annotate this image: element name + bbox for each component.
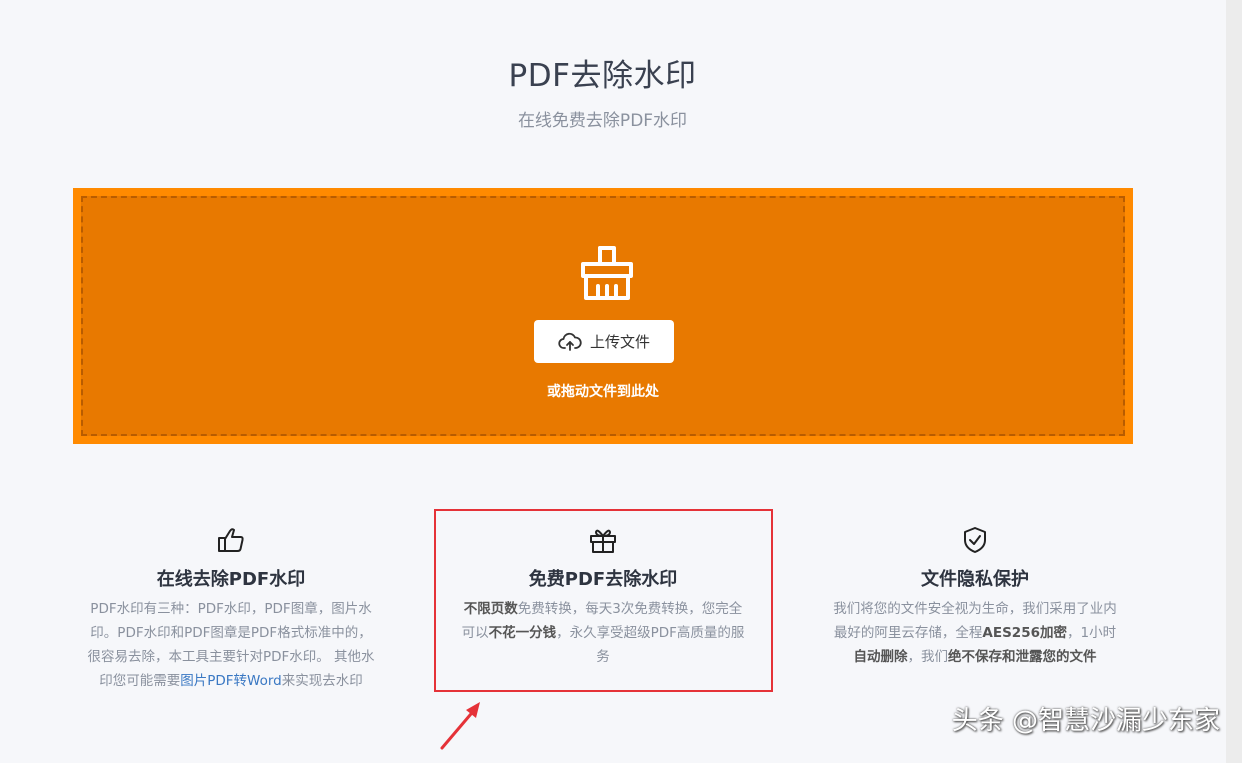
page-scrollbar[interactable] — [1226, 0, 1242, 763]
upload-button-label: 上传文件 — [589, 333, 650, 351]
red-arrow-annotation — [440, 702, 480, 750]
feature-online-text: PDF水印有三种：PDF水印，PDF图章，图片水印。PDF水印和PDF图章是PD… — [87, 601, 375, 689]
feature-privacy: 文件隐私保护 我们将您的文件安全视为生命，我们采用了业内最好的阿里云存储，全程A… — [825, 525, 1125, 669]
brush-icon — [581, 246, 633, 300]
watermark-text: 头条 @智慧沙漏少东家 — [951, 706, 1220, 736]
upload-dropzone[interactable]: 上传文件 或拖动文件到此处 — [73, 188, 1133, 444]
feature-online: 在线去除PDF水印 PDF水印有三种：PDF水印，PDF图章，图片水印。PDF水… — [81, 525, 381, 693]
page-subtitle: 在线免费去除PDF水印 — [517, 111, 688, 131]
highlight-annotation-box — [434, 509, 773, 692]
thumbs-up-icon — [218, 528, 244, 552]
page-title: PDF去除水印 — [508, 58, 697, 94]
drag-hint-text: 或拖动文件到此处 — [547, 384, 659, 400]
upload-file-button[interactable]: 上传文件 — [534, 320, 674, 363]
image-pdf-to-word-link[interactable]: 图片PDF转Word — [180, 673, 282, 689]
feature-privacy-title: 文件隐私保护 — [921, 569, 1029, 590]
upload-dropzone-inner[interactable]: 上传文件 或拖动文件到此处 — [81, 196, 1125, 436]
shield-check-icon — [964, 527, 986, 553]
cloud-upload-icon — [558, 332, 582, 351]
feature-privacy-text: 我们将您的文件安全视为生命，我们采用了业内最好的阿里云存储，全程AES256加密… — [833, 601, 1117, 665]
feature-online-title: 在线去除PDF水印 — [156, 569, 306, 590]
